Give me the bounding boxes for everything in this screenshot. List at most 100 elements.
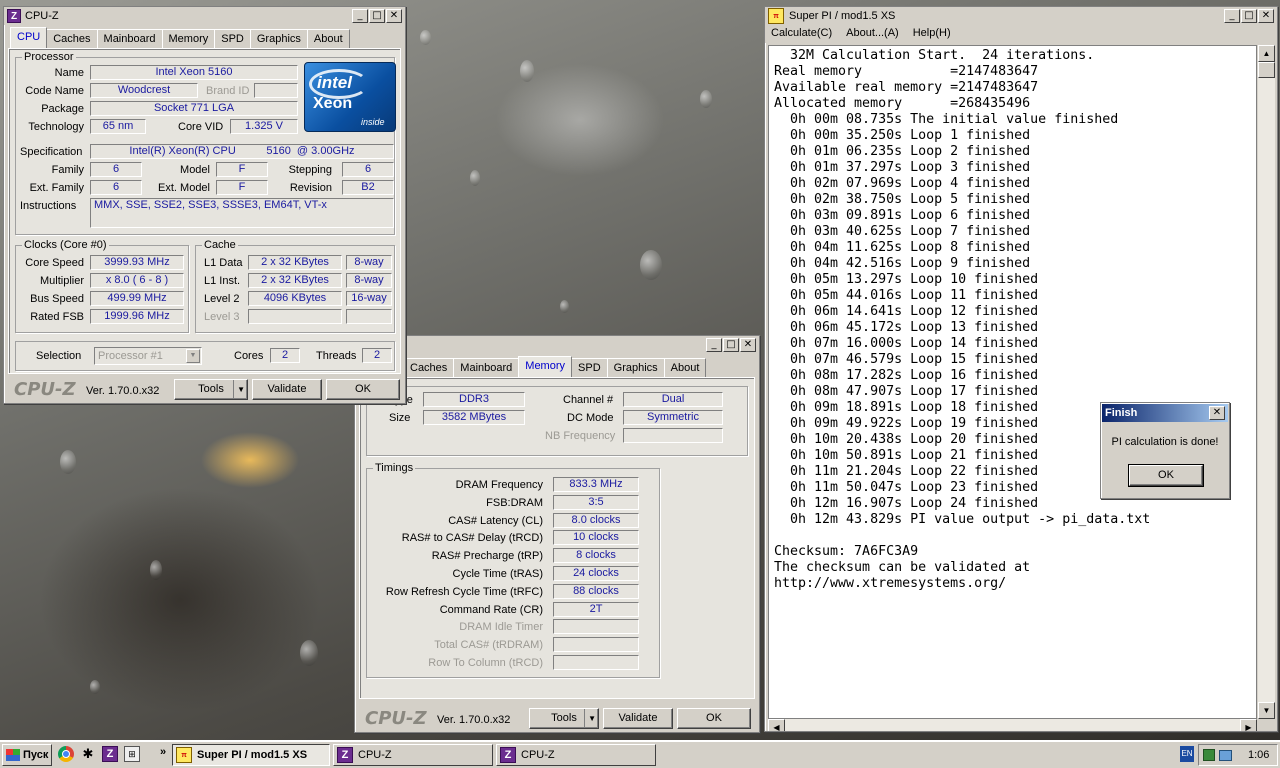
- tools-button[interactable]: Tools ▼: [529, 708, 599, 729]
- rain-drop: [640, 250, 662, 280]
- bug-icon[interactable]: ✱: [80, 746, 96, 762]
- output-line: 0h 01m 06.235s Loop 2 finished: [774, 144, 1031, 159]
- validate-button[interactable]: Validate: [252, 379, 322, 400]
- output-line: 0h 00m 08.735s The initial value finishe…: [774, 112, 1119, 127]
- finish-titlebar[interactable]: Finish ✕: [1102, 404, 1228, 422]
- tab-caches[interactable]: Caches: [46, 29, 98, 48]
- cpuz-memory-titlebar[interactable]: _ □ ✕: [355, 336, 759, 354]
- network-icon[interactable]: [1203, 749, 1215, 761]
- taskbar-item-superpi[interactable]: π Super PI / mod1.5 XS: [172, 744, 330, 766]
- ok-button[interactable]: OK: [326, 379, 400, 400]
- horizontal-scrollbar[interactable]: ◀ ▶: [768, 719, 1257, 731]
- output-line: Checksum: 7A6FC3A9: [774, 544, 919, 559]
- output-line: 0h 02m 38.750s Loop 5 finished: [774, 192, 1031, 207]
- taskbar-item-cpuz-1[interactable]: Z CPU-Z: [333, 744, 493, 766]
- quicklaunch-overflow-icon[interactable]: »: [160, 746, 166, 758]
- dcmode-label: DC Mode: [567, 412, 614, 424]
- validate-button[interactable]: Validate: [603, 708, 673, 729]
- size-value: 3582 MBytes: [423, 410, 525, 425]
- language-indicator[interactable]: EN: [1180, 746, 1194, 762]
- calculator-icon[interactable]: ⊞: [124, 746, 140, 762]
- timing-value: 88 clocks: [553, 583, 639, 599]
- tab-about[interactable]: About: [306, 29, 350, 48]
- selection-group: Selection Processor #1 ▼ Cores 2 Threads…: [15, 341, 395, 371]
- ok-button[interactable]: OK: [677, 708, 751, 729]
- superpi-output[interactable]: 32M Calculation Start. 24 iterations. Rea…: [768, 45, 1257, 719]
- technology-value: 65 nm: [90, 119, 146, 134]
- scroll-down-icon[interactable]: ▼: [1258, 702, 1275, 719]
- corespeed-label: Core Speed: [25, 257, 84, 269]
- output-line: 0h 03m 09.891s Loop 6 finished: [774, 208, 1031, 223]
- tab-about[interactable]: About: [663, 358, 707, 377]
- size-label: Size: [389, 412, 411, 424]
- clocks-group-title: Clocks (Core #0): [22, 239, 109, 251]
- taskbar-item-cpuz-2[interactable]: Z CPU-Z: [496, 744, 656, 766]
- close-button[interactable]: ✕: [386, 9, 402, 23]
- maximize-button[interactable]: □: [1241, 9, 1257, 23]
- superpi-taskbar-icon: π: [176, 747, 192, 763]
- close-button[interactable]: ✕: [1258, 9, 1274, 23]
- monitor-icon[interactable]: [1219, 749, 1232, 761]
- technology-label: Technology: [28, 121, 84, 133]
- threads-label: Threads: [316, 350, 357, 362]
- menu-calculate[interactable]: Calculate(C): [771, 27, 832, 41]
- timing-value: 24 clocks: [553, 566, 639, 581]
- ratedfsb-label: Rated FSB: [30, 311, 84, 323]
- scroll-left-icon[interactable]: ◀: [768, 719, 785, 731]
- taskbar-item-label: CPU-Z: [521, 749, 555, 761]
- chrome-icon[interactable]: [58, 746, 74, 762]
- cpuz-quicklaunch-icon[interactable]: Z: [102, 746, 118, 762]
- scroll-up-icon[interactable]: ▲: [1258, 45, 1275, 62]
- dropdown-arrow-icon: ▼: [233, 380, 245, 399]
- rain-drop: [420, 30, 431, 45]
- menu-about[interactable]: About...(A): [846, 27, 899, 41]
- close-button[interactable]: ✕: [1209, 406, 1225, 420]
- maximize-button[interactable]: □: [369, 9, 385, 23]
- superpi-titlebar[interactable]: π Super PI / mod1.5 XS _ □ ✕: [765, 7, 1277, 25]
- minimize-button[interactable]: _: [1224, 9, 1240, 23]
- tab-caches[interactable]: Caches: [403, 358, 455, 377]
- maximize-button[interactable]: □: [723, 338, 739, 352]
- finish-dialog: Finish ✕ PI calculation is done! OK: [1100, 402, 1230, 499]
- type-value: DDR3: [423, 392, 525, 407]
- vertical-scrollbar[interactable]: ▲ ▼: [1258, 45, 1275, 719]
- package-value: Socket 771 LGA: [90, 101, 298, 116]
- cpuz-memory-tabs: Caches Mainboard Memory SPD Graphics Abo…: [355, 356, 759, 377]
- taskbar-item-label: CPU-Z: [358, 749, 392, 761]
- tab-mainboard[interactable]: Mainboard: [453, 358, 520, 377]
- output-line: 0h 08m 47.907s Loop 17 finished: [774, 384, 1039, 399]
- finish-ok-button[interactable]: OK: [1128, 464, 1204, 487]
- cache-group: Cache L1 Data 2 x 32 KBytes 8-way L1 Ins…: [195, 239, 395, 333]
- processor-select[interactable]: Processor #1 ▼: [94, 347, 202, 365]
- tab-cpu[interactable]: CPU: [10, 27, 48, 48]
- nbfreq-value: [623, 428, 723, 443]
- tab-graphics[interactable]: Graphics: [249, 29, 308, 48]
- version-label: Ver. 1.70.0.x32: [437, 714, 511, 726]
- tab-mainboard[interactable]: Mainboard: [96, 29, 163, 48]
- model-value: F: [216, 162, 268, 177]
- minimize-button[interactable]: _: [352, 9, 368, 23]
- tab-spd[interactable]: SPD: [571, 358, 608, 377]
- window-title: Super PI / mod1.5 XS: [789, 10, 896, 22]
- start-button[interactable]: Пуск: [2, 744, 52, 766]
- general-group: Type DDR3 Size 3582 MBytes Channel # Dua…: [366, 386, 748, 456]
- tools-button[interactable]: Tools ▼: [174, 379, 248, 400]
- menu-help[interactable]: Help(H): [913, 27, 951, 41]
- output-line: Allocated memory =268435496: [774, 96, 1031, 111]
- tab-memory[interactable]: Memory: [161, 29, 216, 48]
- scroll-thumb[interactable]: [1258, 62, 1275, 78]
- minimize-button[interactable]: _: [706, 338, 722, 352]
- timing-label: FSB:DRAM: [486, 496, 543, 509]
- l2-label: Level 2: [204, 293, 240, 305]
- cpuz-cpu-window: Z CPU-Z _ □ ✕ CPU Caches Mainboard Memor…: [3, 6, 406, 404]
- package-label: Package: [41, 103, 84, 115]
- tab-graphics[interactable]: Graphics: [606, 358, 665, 377]
- cores-value: 2: [270, 348, 300, 363]
- tab-memory[interactable]: Memory: [518, 356, 573, 377]
- tab-spd[interactable]: SPD: [214, 29, 251, 48]
- scroll-right-icon[interactable]: ▶: [1240, 719, 1257, 731]
- intel-xeon-logo: intel Xeon inside: [304, 62, 396, 132]
- close-button[interactable]: ✕: [740, 338, 756, 352]
- clocks-group: Clocks (Core #0) Core Speed 3999.93 MHz …: [15, 239, 189, 333]
- cpuz-cpu-titlebar[interactable]: Z CPU-Z _ □ ✕: [4, 7, 405, 25]
